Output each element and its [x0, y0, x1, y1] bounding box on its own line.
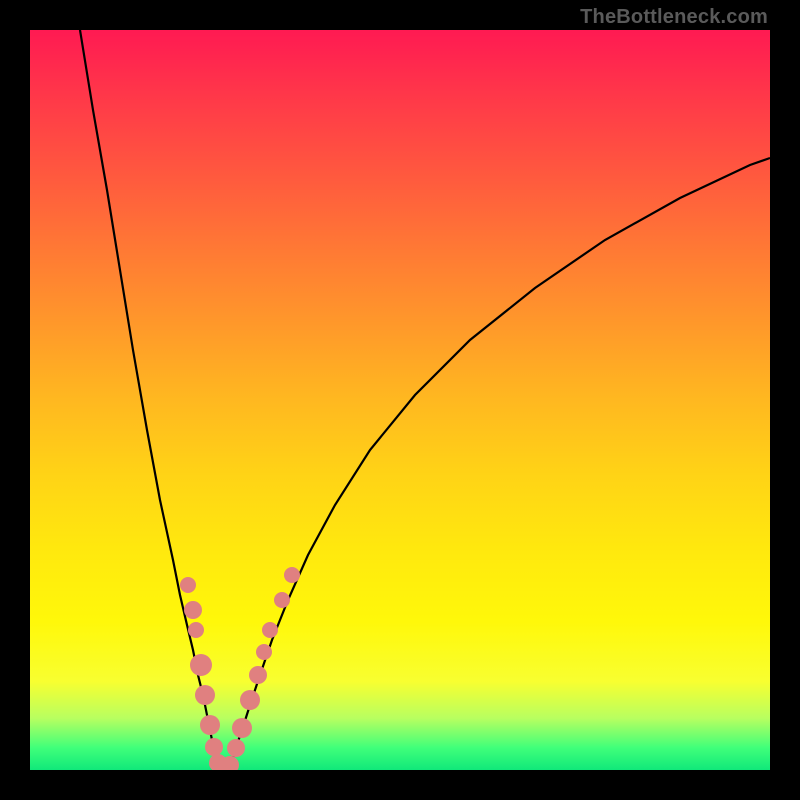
- bead-marker: [195, 685, 215, 705]
- bead-marker: [184, 601, 202, 619]
- chart-frame: TheBottleneck.com: [0, 0, 800, 800]
- bead-marker: [200, 715, 220, 735]
- bead-marker: [262, 622, 278, 638]
- watermark-text: TheBottleneck.com: [580, 6, 768, 29]
- bead-marker: [232, 718, 252, 738]
- bead-marker: [284, 567, 300, 583]
- bead-marker: [249, 666, 267, 684]
- bead-marker: [205, 738, 223, 756]
- bead-marker: [180, 577, 196, 593]
- bead-marker: [190, 654, 212, 676]
- bead-marker: [256, 644, 272, 660]
- curve-group: [80, 30, 770, 770]
- right-branch-curve: [230, 158, 770, 770]
- bead-marker: [240, 690, 260, 710]
- chart-svg: [30, 30, 770, 770]
- bead-marker: [188, 622, 204, 638]
- bead-marker: [274, 592, 290, 608]
- beads-group: [180, 567, 300, 770]
- bead-marker: [227, 739, 245, 757]
- plot-area: [30, 30, 770, 770]
